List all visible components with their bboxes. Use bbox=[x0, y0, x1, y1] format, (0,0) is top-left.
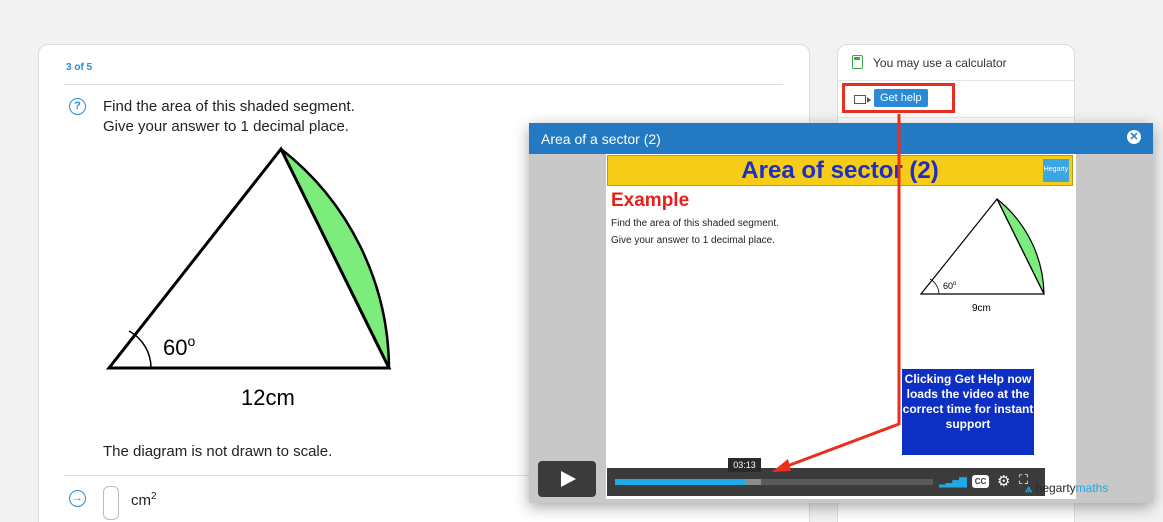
slide-banner: Area of sector (2) Hegarty bbox=[607, 155, 1073, 186]
question-counter: 3 of 5 bbox=[66, 62, 93, 73]
cc-icon[interactable]: CC bbox=[972, 475, 989, 488]
buffered-bar bbox=[745, 479, 762, 485]
question-text: Find the area of this shaded segment. Gi… bbox=[103, 97, 355, 137]
calculator-text: You may use a calculator bbox=[873, 56, 1007, 70]
time-tooltip: 03:13 bbox=[728, 458, 761, 472]
question-icon: ? bbox=[69, 98, 86, 115]
feature-callout: Clicking Get Help now loads the video at… bbox=[902, 369, 1034, 455]
slide-title: Area of sector (2) bbox=[741, 157, 939, 184]
gear-icon[interactable]: ⚙ bbox=[997, 472, 1010, 490]
segment-diagram: 60o 12cm bbox=[105, 146, 392, 410]
help-row: Get help bbox=[838, 82, 1074, 118]
video-frame[interactable]: Area of sector (2) Hegarty Example Find … bbox=[606, 154, 1076, 499]
slide-line-1: Find the area of this shaded segment. bbox=[611, 218, 779, 229]
hegarty-logo: Hegarty bbox=[1043, 159, 1069, 182]
answer-input[interactable] bbox=[103, 486, 119, 520]
side-label: 12cm bbox=[241, 385, 295, 410]
question-line-1: Find the area of this shaded segment. bbox=[103, 98, 355, 115]
modal-title: Area of a sector (2) bbox=[541, 131, 661, 147]
slide-line-2: Give your answer to 1 decimal place. bbox=[611, 235, 775, 246]
play-icon[interactable] bbox=[538, 461, 596, 497]
get-help-button[interactable]: Get help bbox=[874, 89, 928, 107]
divider bbox=[64, 84, 783, 85]
player-controls: ▂▃▅▇ CC ⚙ ⛶ bbox=[607, 468, 1045, 496]
question-line-2: Give your answer to 1 decimal place. bbox=[103, 118, 349, 135]
answer-unit: cm2 bbox=[131, 491, 157, 509]
video-icon bbox=[854, 95, 871, 104]
progress-fill bbox=[615, 479, 746, 485]
modal-header: Area of a sector (2) ✕ bbox=[529, 123, 1153, 154]
calculator-row: You may use a calculator bbox=[838, 45, 1074, 81]
example-heading: Example bbox=[611, 190, 690, 211]
slide-side-label: 9cm bbox=[972, 303, 991, 314]
angle-label: 60o bbox=[163, 333, 195, 360]
volume-icon[interactable]: ▂▃▅▇ bbox=[939, 477, 967, 488]
calculator-icon bbox=[852, 55, 863, 69]
close-icon[interactable]: ✕ bbox=[1127, 130, 1141, 144]
slide-diagram: 60o 9cm bbox=[920, 197, 1045, 314]
slide-angle-label: 60o bbox=[943, 281, 957, 291]
slide-text: Find the area of this shaded segment. Gi… bbox=[611, 215, 779, 249]
help-highlight-box: Get help bbox=[842, 83, 955, 113]
hegarty-maths-logo: ⟑ hegartymaths bbox=[1025, 481, 1109, 495]
progress-bar[interactable] bbox=[615, 479, 933, 485]
help-video-modal: Area of a sector (2) ✕ Area of sector (2… bbox=[529, 123, 1153, 503]
scale-note: The diagram is not drawn to scale. bbox=[103, 443, 333, 460]
answer-arrow-icon: → bbox=[69, 490, 86, 507]
